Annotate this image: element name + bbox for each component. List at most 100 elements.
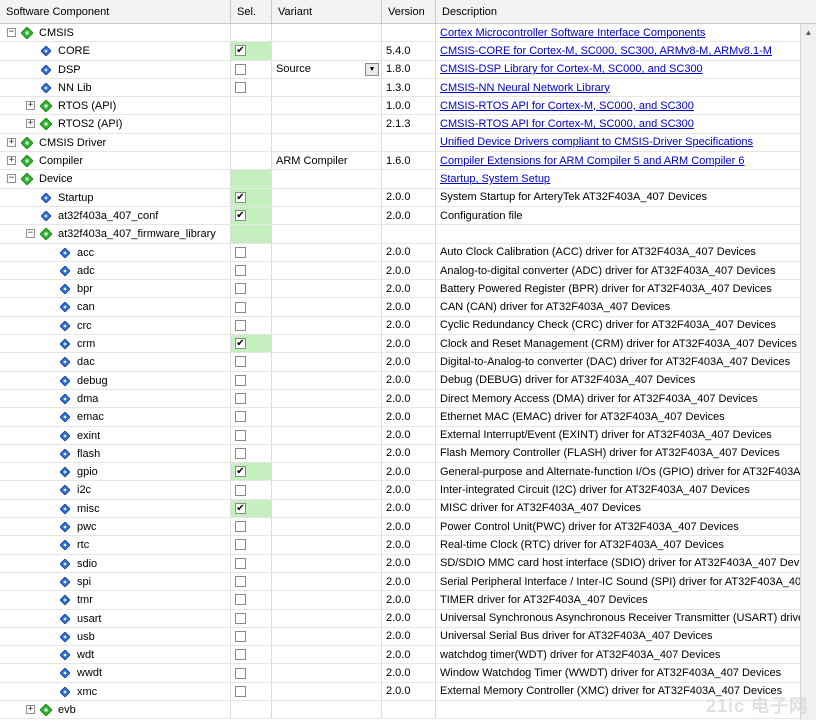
checkbox-unchecked[interactable] bbox=[235, 576, 246, 588]
checkbox-checked[interactable]: ✔ bbox=[235, 45, 246, 57]
checkbox-unchecked[interactable] bbox=[235, 557, 246, 569]
select-cell[interactable]: ✔ bbox=[231, 463, 272, 481]
table-row[interactable]: crm ✔ 2.0.0 Clock and Reset Management (CRM… bbox=[0, 335, 800, 354]
checkbox-unchecked[interactable] bbox=[235, 393, 246, 405]
checkbox-unchecked[interactable] bbox=[235, 283, 246, 295]
select-cell[interactable]: ✔ bbox=[231, 499, 272, 518]
expand-icon[interactable]: + bbox=[26, 704, 35, 714]
description-link[interactable]: CMSIS-RTOS API for Cortex-M, SC000, and … bbox=[440, 118, 694, 130]
table-row[interactable]: − at32f403a_407_firmware_library bbox=[0, 225, 800, 244]
table-row[interactable]: misc ✔ 2.0.0 MISC driver for AT32F403A_407 … bbox=[0, 499, 800, 519]
checkbox-unchecked[interactable] bbox=[235, 319, 246, 331]
table-row[interactable]: + CMSIS Driver Unified Device Drivers comp… bbox=[0, 133, 800, 153]
header-software-component[interactable]: Software Component bbox=[0, 0, 231, 24]
checkbox-unchecked[interactable] bbox=[235, 630, 246, 642]
select-cell[interactable] bbox=[231, 609, 272, 627]
description-link[interactable]: Unified Device Drivers compliant to CMSI… bbox=[440, 136, 753, 148]
table-row[interactable]: can 2.0.0 CAN (CAN) driver for AT32F403A_4… bbox=[0, 298, 800, 317]
table-row[interactable]: exint 2.0.0 External Interrupt/Event (EXIN… bbox=[0, 426, 800, 445]
select-cell[interactable] bbox=[231, 316, 272, 335]
select-cell[interactable] bbox=[231, 389, 272, 408]
checkbox-unchecked[interactable] bbox=[235, 594, 246, 606]
collapse-icon[interactable]: − bbox=[7, 174, 16, 184]
description-link[interactable]: Cortex Microcontroller Software Interfac… bbox=[440, 27, 705, 39]
expand-icon[interactable]: + bbox=[7, 137, 16, 147]
select-cell[interactable] bbox=[231, 353, 272, 371]
checkbox-unchecked[interactable] bbox=[235, 411, 246, 423]
select-cell[interactable] bbox=[231, 298, 272, 316]
description-link[interactable]: CMSIS-DSP Library for Cortex-M, SC000, a… bbox=[440, 63, 703, 75]
table-row[interactable]: acc 2.0.0 Auto Clock Calibration (ACC) dri… bbox=[0, 243, 800, 262]
select-cell[interactable] bbox=[231, 536, 272, 554]
table-row[interactable]: bpr 2.0.0 Battery Powered Register (BPR) d… bbox=[0, 280, 800, 299]
checkbox-unchecked[interactable] bbox=[235, 612, 246, 624]
select-cell[interactable]: ✔ bbox=[231, 188, 272, 206]
select-cell[interactable] bbox=[231, 170, 272, 188]
expand-icon[interactable]: + bbox=[26, 101, 35, 111]
table-row[interactable]: rtc 2.0.0 Real-time Clock (RTC) driver for… bbox=[0, 536, 800, 555]
table-row[interactable]: + Compiler ARM Compiler 1.6.0 Compiler Exten… bbox=[0, 152, 800, 171]
checkbox-checked[interactable]: ✔ bbox=[235, 466, 246, 478]
table-row[interactable]: sdio 2.0.0 SD/SDIO MMC card host interface… bbox=[0, 554, 800, 573]
select-cell[interactable]: ✔ bbox=[231, 42, 272, 60]
table-row[interactable]: Startup ✔ 2.0.0 System Startup for ArteryTe… bbox=[0, 188, 800, 207]
table-row[interactable]: dac 2.0.0 Digital-to-Analog-to converter (… bbox=[0, 353, 800, 372]
table-row[interactable]: + evb bbox=[0, 700, 800, 720]
table-row[interactable]: + RTOS (API) 1.0.0 CMSIS-RTOS API for Corte… bbox=[0, 97, 800, 116]
description-link[interactable]: CMSIS-CORE for Cortex-M, SC000, SC300, A… bbox=[440, 45, 772, 57]
table-row[interactable]: − Device Startup, System Setup bbox=[0, 170, 800, 189]
select-cell[interactable] bbox=[231, 627, 272, 646]
checkbox-unchecked[interactable] bbox=[235, 484, 246, 496]
checkbox-unchecked[interactable] bbox=[235, 356, 246, 368]
table-row[interactable]: crc 2.0.0 Cyclic Redundancy Check (CRC) dr… bbox=[0, 316, 800, 336]
description-link[interactable]: CMSIS-RTOS API for Cortex-M, SC000, and … bbox=[440, 100, 694, 112]
select-cell[interactable] bbox=[231, 225, 272, 243]
collapse-icon[interactable]: − bbox=[26, 229, 35, 239]
select-cell[interactable]: ✔ bbox=[231, 335, 272, 353]
header-description[interactable]: Description bbox=[436, 0, 816, 24]
table-row[interactable]: emac 2.0.0 Ethernet MAC (EMAC) driver for … bbox=[0, 408, 800, 427]
select-cell[interactable] bbox=[231, 572, 272, 591]
table-row[interactable]: usart 2.0.0 Universal Synchronous Asynchro… bbox=[0, 609, 800, 628]
checkbox-unchecked[interactable] bbox=[235, 374, 246, 386]
description-link[interactable]: Startup, System Setup bbox=[440, 173, 550, 185]
table-row[interactable]: xmc 2.0.0 External Memory Controller (XMC)… bbox=[0, 682, 800, 701]
checkbox-unchecked[interactable] bbox=[235, 447, 246, 459]
checkbox-unchecked[interactable] bbox=[235, 246, 246, 258]
table-row[interactable]: gpio ✔ 2.0.0 General-purpose and Alternate-… bbox=[0, 463, 800, 482]
expand-icon[interactable]: + bbox=[7, 156, 16, 166]
select-cell[interactable] bbox=[231, 664, 272, 682]
header-sel[interactable]: Sel. bbox=[231, 0, 272, 24]
select-cell[interactable] bbox=[231, 481, 272, 499]
header-version[interactable]: Version bbox=[382, 0, 436, 24]
table-row[interactable]: DSP Source ▼ 1.8.0 CMSIS-DSP Library for Cor… bbox=[0, 60, 800, 79]
checkbox-checked[interactable]: ✔ bbox=[235, 210, 246, 222]
select-cell[interactable] bbox=[231, 646, 272, 664]
checkbox-unchecked[interactable] bbox=[235, 63, 246, 75]
table-row[interactable]: usb 2.0.0 Universal Serial Bus driver for … bbox=[0, 627, 800, 647]
vertical-scrollbar[interactable]: ▲ bbox=[800, 24, 816, 720]
checkbox-unchecked[interactable] bbox=[235, 649, 246, 661]
variant-cell[interactable]: Source ▼ bbox=[272, 60, 382, 78]
table-row[interactable]: CORE ✔ 5.4.0 CMSIS-CORE for Cortex-M, SC000… bbox=[0, 42, 800, 61]
select-cell[interactable] bbox=[231, 408, 272, 426]
select-cell[interactable] bbox=[231, 518, 272, 536]
table-row[interactable]: i2c 2.0.0 Inter-integrated Circuit (I2C) d… bbox=[0, 481, 800, 500]
collapse-icon[interactable]: − bbox=[7, 28, 16, 37]
select-cell[interactable] bbox=[231, 78, 272, 97]
description-link[interactable]: CMSIS-NN Neural Network Library bbox=[440, 82, 610, 94]
table-row[interactable]: dma 2.0.0 Direct Memory Access (DMA) drive… bbox=[0, 389, 800, 409]
dropdown-arrow-icon[interactable]: ▼ bbox=[365, 62, 379, 76]
table-row[interactable]: wdt 2.0.0 watchdog timer(WDT) driver for A… bbox=[0, 646, 800, 665]
select-cell[interactable] bbox=[231, 261, 272, 280]
checkbox-unchecked[interactable] bbox=[235, 667, 246, 679]
select-cell[interactable] bbox=[231, 444, 272, 463]
checkbox-unchecked[interactable] bbox=[235, 265, 246, 276]
table-row[interactable]: tmr 2.0.0 TIMER driver for AT32F403A_407 D… bbox=[0, 591, 800, 610]
select-cell[interactable] bbox=[231, 60, 272, 78]
table-row[interactable]: wwdt 2.0.0 Window Watchdog Timer (WWDT) dr… bbox=[0, 664, 800, 683]
table-row[interactable]: debug 2.0.0 Debug (DEBUG) driver for AT32F… bbox=[0, 371, 800, 390]
checkbox-unchecked[interactable] bbox=[235, 539, 246, 551]
select-cell[interactable] bbox=[231, 426, 272, 444]
table-row[interactable]: spi 2.0.0 Serial Peripheral Interface / In… bbox=[0, 572, 800, 592]
